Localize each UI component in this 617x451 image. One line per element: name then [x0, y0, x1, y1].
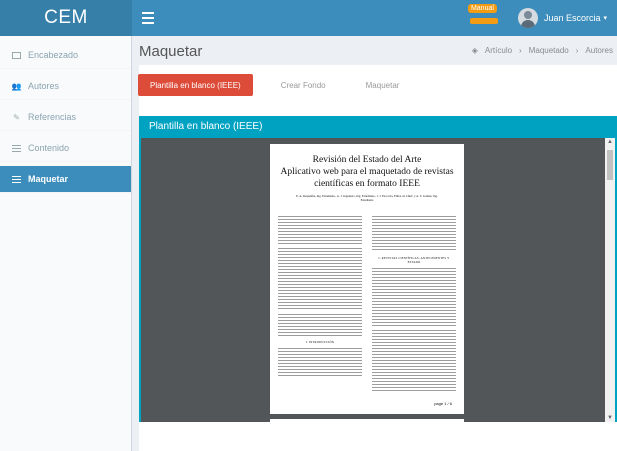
document-title-line: Aplicativo web para el maquetado de revi… [280, 167, 454, 177]
text-block [372, 330, 456, 392]
tab-plantilla-en-blanco[interactable]: Plantilla en blanco (IEEE) [138, 74, 253, 96]
text-block [278, 348, 362, 378]
user-menu-name[interactable]: Juan Escorcia [544, 13, 601, 23]
section-heading: I. INTRODUCCIÓN [305, 340, 335, 344]
edit-icon: ✎ [13, 112, 20, 122]
breadcrumb: ◈ Artículo › Maquetado › Autores [472, 46, 613, 55]
tab-maquetar[interactable]: Maquetar [354, 74, 412, 96]
sidebar-item-autores[interactable]: 👥 Autores [0, 73, 131, 100]
breadcrumb-separator: › [519, 46, 522, 55]
document-title-line: Revisión del Estado del Arte [312, 155, 422, 165]
viewer-scrollbar[interactable]: ▲ ▼ [605, 138, 615, 422]
sidebar-item-encabezado[interactable]: Encabezado [0, 42, 131, 69]
pdf-page [270, 419, 464, 422]
sidebar: Encabezado 👥 Autores ✎ Referencias Conte… [0, 36, 132, 451]
pdf-page: Revisión del Estado del Arte Aplicativo … [270, 144, 464, 414]
text-block [372, 268, 456, 326]
caret-down-icon[interactable]: ▾ [603, 14, 607, 22]
text-block [278, 216, 362, 244]
breadcrumb-item[interactable]: Autores [585, 46, 613, 55]
sidebar-item-label: Maquetar [28, 174, 69, 184]
section-heading: I. REVISTAS CIENTÍFICAS, ANTECEDENTES Y … [378, 256, 450, 264]
sidebar-item-label: Encabezado [28, 50, 79, 60]
text-block [278, 248, 362, 310]
text-block [372, 216, 456, 252]
list-icon [12, 144, 21, 152]
scroll-down-icon[interactable]: ▼ [607, 415, 613, 421]
window-icon [12, 51, 21, 59]
scrollbar-thumb[interactable] [607, 150, 613, 180]
document-authors: E. A. Requelme, Ing. Estudiante., G. J. … [296, 194, 438, 202]
text-block [278, 314, 362, 336]
document-title-line: científicas en formato IEEE [314, 179, 420, 189]
sidebar-item-label: Autores [28, 81, 60, 91]
document-column-right: I. REVISTAS CIENTÍFICAS, ANTECEDENTES Y … [372, 216, 456, 396]
notification-badge: Manual [467, 4, 497, 13]
users-icon: 👥 [11, 81, 22, 91]
sidebar-item-referencias[interactable]: ✎ Referencias [0, 104, 131, 131]
dashboard-icon: ◈ [471, 46, 478, 55]
scroll-up-icon[interactable]: ▲ [607, 139, 613, 145]
pdf-viewer[interactable]: Revisión del Estado del Arte Aplicativo … [141, 138, 615, 422]
page-number: page 1 / 6 [434, 401, 452, 406]
breadcrumb-item[interactable]: Artículo [485, 46, 512, 55]
viewer-title: Plantilla en blanco (IEEE) [149, 121, 263, 132]
top-navbar: CEM Manual Juan Escorcia ▾ [0, 0, 617, 36]
sidebar-item-label: Referencias [28, 112, 77, 122]
list-icon [12, 175, 21, 183]
user-avatar[interactable] [517, 8, 538, 28]
sidebar-item-label: Contenido [28, 143, 70, 153]
page-title: Maquetar [139, 43, 203, 60]
sidebar-toggle-icon[interactable] [142, 8, 162, 28]
main-content: Maquetar ◈ Artículo › Maquetado › Autore… [132, 36, 617, 451]
notification-bar [469, 18, 498, 24]
sidebar-item-maquetar[interactable]: Maquetar [0, 166, 131, 193]
tab-crear-fondo[interactable]: Crear Fondo [269, 74, 338, 96]
sidebar-item-contenido[interactable]: Contenido [0, 135, 131, 162]
tab-bar: Plantilla en blanco (IEEE) Crear Fondo M… [138, 74, 411, 96]
document-column-left: I. INTRODUCCIÓN [278, 216, 362, 396]
pdf-viewer-box: Plantilla en blanco (IEEE) Revisión del … [139, 116, 617, 422]
notification-icon[interactable]: Manual [467, 4, 502, 28]
document-columns: I. INTRODUCCIÓN I. REVISTAS CIENTÍFICAS,… [278, 216, 456, 396]
breadcrumb-item[interactable]: Maquetado [529, 46, 569, 55]
document-title: Revisión del Estado del Arte Aplicativo … [270, 154, 464, 190]
breadcrumb-separator: › [575, 46, 579, 55]
brand-logo[interactable]: CEM [0, 0, 132, 36]
